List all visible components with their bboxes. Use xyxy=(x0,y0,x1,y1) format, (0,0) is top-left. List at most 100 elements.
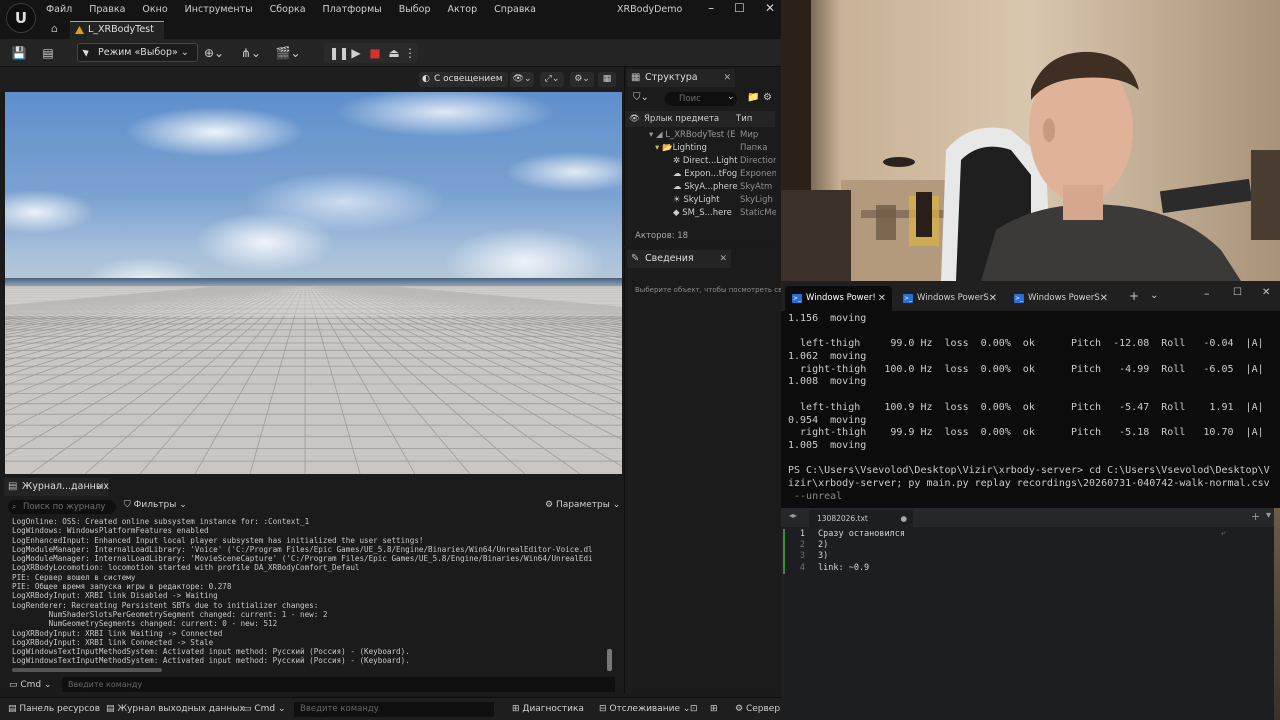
source-control-icon[interactable]: ⊞ xyxy=(710,702,718,717)
tracking-button[interactable]: ⊟ Отслеживание ⌄ xyxy=(599,702,690,717)
terminal-tab-label: Windows PowerS xyxy=(1028,293,1100,303)
tree-row-actor[interactable]: ☁ Expon...tFog Exponen xyxy=(673,168,781,181)
menu-actor[interactable]: Актор xyxy=(448,4,478,15)
editor-tab[interactable]: 13082026.txt ● xyxy=(809,510,913,527)
cmd-selector[interactable]: ▭ Cmd ⌄ xyxy=(243,702,286,717)
blueprint-icon[interactable]: ⋔⌄ xyxy=(238,45,264,61)
unreal-editor-window: U Файл Правка Окно Инструменты Сборка Пл… xyxy=(0,0,781,720)
close-icon[interactable]: ✕ xyxy=(719,250,727,268)
terminal-output[interactable]: 1.156 moving left-thigh 99.0 Hz loss 0.0… xyxy=(788,313,1278,503)
diagnostics-button[interactable]: ⊞ Диагностика xyxy=(512,702,584,717)
command-input[interactable]: Введите команду xyxy=(62,677,615,692)
params-button[interactable]: ⚙ Параметры ⌄ xyxy=(545,500,620,510)
cmd-selector[interactable]: ▭ Cmd ⌄ xyxy=(9,677,52,692)
camera-speed-icon[interactable]: ⤢⌄ xyxy=(540,72,564,87)
nav-arrows-icon[interactable]: ◂▸ xyxy=(789,511,797,520)
tree-row-actor[interactable]: ☀ SkyLight SkyLigh xyxy=(673,194,781,207)
tree-row-folder[interactable]: ▾ 📂Lighting Папка xyxy=(655,142,781,155)
line-text: 3) xyxy=(818,551,829,562)
chevron-down-icon[interactable]: ▾ xyxy=(1266,510,1271,521)
col-type[interactable]: Тип xyxy=(736,111,752,127)
terminal-tab[interactable]: >_ Windows PowerS ✕ xyxy=(1007,286,1114,311)
add-actor-icon[interactable]: ⊕⌄ xyxy=(201,45,227,61)
content-browser-button[interactable]: ▤ Панель ресурсов xyxy=(8,702,100,717)
tree-row-world[interactable]: ▾ ◢ L_XRBodyTest (Е Мир xyxy=(649,129,779,142)
chevron-down-icon[interactable]: ⌄ xyxy=(727,92,735,102)
tree-row-actor[interactable]: ☁ SkyA...phere SkyAtm xyxy=(673,181,781,194)
stop-icon[interactable]: ■ xyxy=(367,45,383,61)
details-panel: ✎ Сведения ✕ Выберите объект, чтобы посм… xyxy=(624,248,781,694)
pause-icon[interactable]: ❚❚ xyxy=(329,45,349,61)
editor-text[interactable]: 1 Сразу остановился 2 2) 3 3) 4 link: ~0… xyxy=(781,529,1280,574)
filters-button[interactable]: ⛉ Фильтры ⌄ xyxy=(124,500,187,510)
maximize-icon[interactable]: ☐ xyxy=(734,1,745,15)
close-icon[interactable]: ✕ xyxy=(989,286,997,311)
close-icon[interactable]: ✕ xyxy=(96,478,104,496)
close-icon[interactable]: ✕ xyxy=(765,1,775,15)
tree-row-actor[interactable]: ◆ SM_S...here StaticMe xyxy=(673,207,781,220)
status-command-input[interactable]: Введите команду xyxy=(294,702,494,717)
close-icon[interactable]: ✕ xyxy=(1100,286,1108,311)
layout-grid-icon[interactable]: ▦ xyxy=(598,72,616,87)
content-browser-icon[interactable]: ▤ xyxy=(40,45,56,61)
revision-icon[interactable]: ⊡ xyxy=(690,702,698,717)
output-log-button[interactable]: ▤ Журнал выходных данных xyxy=(106,702,245,717)
terminal-line: right-thigh 99.9 Hz loss 0.00% ok Pitch … xyxy=(788,427,1264,439)
menu-select[interactable]: Выбор xyxy=(399,4,431,15)
add-folder-icon[interactable]: 📁 xyxy=(747,92,759,103)
level-tab[interactable]: L_XRBodyTest xyxy=(70,21,164,39)
output-log-tab[interactable]: ▤ Журнал...данных ✕ xyxy=(4,478,109,496)
close-icon[interactable]: ✕ xyxy=(1262,287,1270,298)
eye-icon[interactable]: 👁⌄ xyxy=(510,72,534,87)
menu-tools[interactable]: Инструменты xyxy=(185,4,253,15)
tree-row-actor[interactable]: ✲ Direct...Light Direction xyxy=(673,155,781,168)
terminal-tab[interactable]: >_ Windows PowerS ✕ xyxy=(896,286,1003,311)
lighting-mode-button[interactable]: С освещением xyxy=(419,72,508,87)
unreal-logo-icon[interactable]: U xyxy=(6,3,36,33)
level-viewport[interactable] xyxy=(5,92,622,474)
home-icon[interactable]: ⌂ xyxy=(51,22,58,35)
server-button[interactable]: ⚙ Сервер 2 xyxy=(735,702,781,717)
log-hscrollbar[interactable] xyxy=(12,668,162,672)
maximize-icon[interactable]: ☐ xyxy=(1233,287,1242,298)
log-search-input[interactable]: ⌕ Поиск по журналу xyxy=(8,500,116,514)
chevron-down-icon: ⌄ xyxy=(180,47,189,58)
line-text: 2) xyxy=(818,540,829,551)
outliner-tab[interactable]: ▦ Структура ✕ xyxy=(627,69,735,87)
log-line: LogEnhancedInput: Enhanced Input local p… xyxy=(12,535,424,545)
level-icon xyxy=(75,26,84,34)
col-label[interactable]: Ярлык предмета xyxy=(644,111,719,127)
chevron-down-icon[interactable]: ⌄ xyxy=(1150,290,1158,301)
menu-bar: Файл Правка Окно Инструменты Сборка Плат… xyxy=(46,4,553,15)
terminal-tab[interactable]: >_ Windows Power! ✕ xyxy=(785,286,892,311)
new-tab-icon[interactable]: + xyxy=(1129,289,1139,303)
menu-help[interactable]: Справка xyxy=(494,4,536,15)
filter-icon[interactable]: ⛉⌄ xyxy=(633,92,649,103)
eject-icon[interactable]: ⏏ xyxy=(386,45,402,61)
eye-icon[interactable]: 👁 xyxy=(629,111,640,127)
unsaved-dot-icon[interactable]: ● xyxy=(900,510,907,527)
close-icon[interactable]: ✕ xyxy=(878,286,886,311)
more-icon[interactable]: ⋮ xyxy=(404,45,416,61)
details-tab[interactable]: ✎ Сведения ✕ xyxy=(627,250,731,268)
menu-build[interactable]: Сборка xyxy=(270,4,306,15)
mode-select-button[interactable]: Режим «Выбор» ⌄ xyxy=(77,43,198,62)
level-tab-row: ⌂ L_XRBodyTest xyxy=(0,21,781,39)
save-icon[interactable]: 💾 xyxy=(11,45,27,61)
minimize-icon[interactable]: – xyxy=(708,1,714,15)
cinematics-icon[interactable]: 🎬⌄ xyxy=(275,45,301,61)
settings-gear-icon[interactable]: ⚙⌄ xyxy=(570,72,594,87)
terminal-tab-label: Windows Power! xyxy=(806,293,876,303)
menu-edit[interactable]: Правка xyxy=(89,4,125,15)
settings-gear-icon[interactable]: ⚙ xyxy=(763,92,772,103)
close-icon[interactable]: ✕ xyxy=(723,69,731,87)
step-icon[interactable]: ▶ xyxy=(348,45,364,61)
menu-platforms[interactable]: Платформы xyxy=(323,4,382,15)
minimize-icon[interactable]: – xyxy=(1204,287,1210,300)
main-toolbar: 💾 ▤ Режим «Выбор» ⌄ ⊕⌄ ⋔⌄ 🎬⌄ ❚❚ ▶ ■ ⏏ ⋮ xyxy=(0,39,781,67)
log-scrollbar[interactable] xyxy=(607,649,612,671)
menu-file[interactable]: Файл xyxy=(46,4,72,15)
new-tab-icon[interactable]: + xyxy=(1251,510,1260,523)
filter-icon: ⛉ xyxy=(124,500,134,510)
menu-window[interactable]: Окно xyxy=(142,4,167,15)
